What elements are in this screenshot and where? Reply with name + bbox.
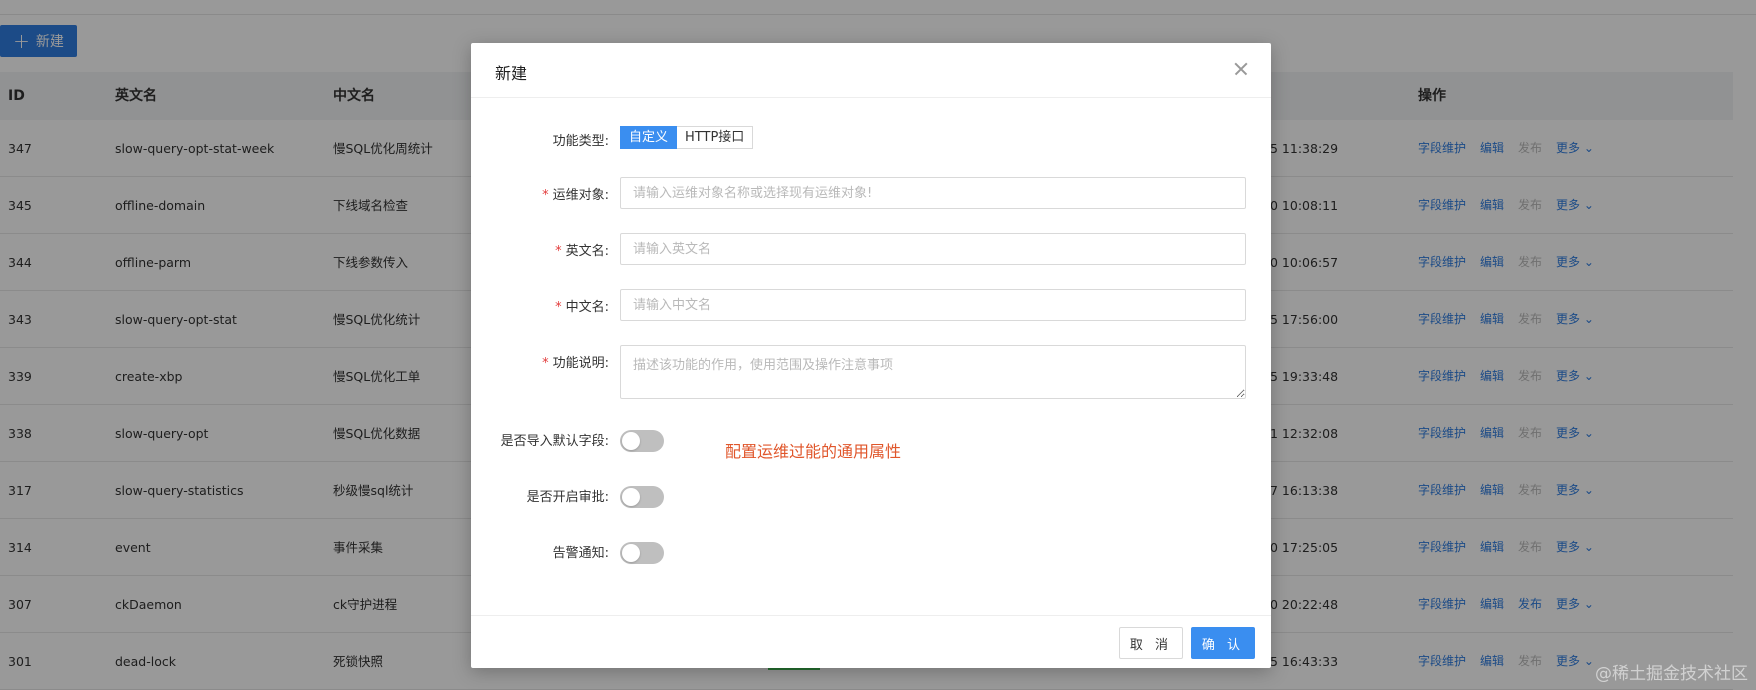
alert-label: 告警通知:: [552, 546, 609, 561]
type-option-http[interactable]: HTTP接口: [677, 126, 754, 149]
watermark: @稀土掘金技术社区: [1595, 664, 1748, 684]
modal-footer: 取 消 确 认: [471, 615, 1271, 668]
switch-knob: [622, 432, 640, 450]
switch-knob: [622, 488, 640, 506]
cancel-button[interactable]: 取 消: [1119, 627, 1183, 659]
switch-knob: [622, 544, 640, 562]
cn-name-input[interactable]: [620, 289, 1246, 321]
close-icon[interactable]: [1229, 57, 1253, 81]
type-option-custom[interactable]: 自定义: [620, 126, 678, 149]
confirm-button[interactable]: 确 认: [1191, 627, 1255, 659]
target-label: * 运维对象:: [542, 188, 609, 203]
new-function-modal: 新建 功能类型: 自定义 HTTP接口 *运维对象: *英文名: *中文名: *…: [471, 43, 1271, 668]
type-selector: 自定义 HTTP接口: [620, 126, 754, 149]
approval-label: 是否开启审批:: [526, 490, 609, 505]
modal-header: 新建: [471, 43, 1271, 98]
desc-textarea[interactable]: [620, 345, 1246, 399]
import-fields-switch[interactable]: [620, 430, 664, 452]
desc-label: * 功能说明:: [542, 356, 609, 371]
type-label: 功能类型:: [552, 134, 609, 149]
modal-title: 新建: [495, 64, 528, 83]
alert-switch[interactable]: [620, 542, 664, 564]
cn-name-label: * 中文名:: [555, 300, 609, 315]
en-name-label: * 英文名:: [555, 244, 609, 259]
import-fields-label: 是否导入默认字段:: [500, 434, 609, 449]
approval-switch[interactable]: [620, 486, 664, 508]
en-name-input[interactable]: [620, 233, 1246, 265]
annotation-text: 配置运维过能的通用属性: [725, 442, 902, 461]
target-input[interactable]: [620, 177, 1246, 209]
